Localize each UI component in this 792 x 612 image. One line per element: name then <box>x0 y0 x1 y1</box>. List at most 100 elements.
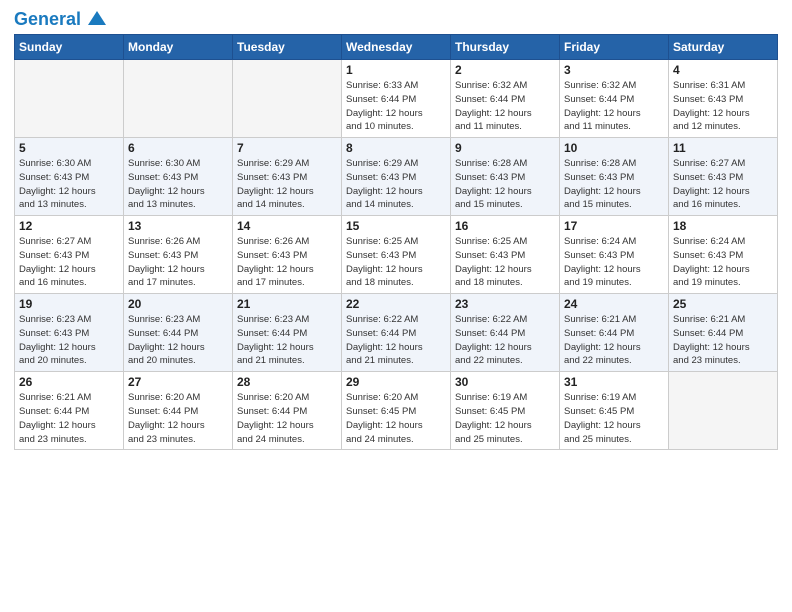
day-number: 1 <box>346 63 446 77</box>
day-info: Sunrise: 6:32 AMSunset: 6:44 PMDaylight:… <box>564 79 664 134</box>
day-cell <box>669 372 778 450</box>
day-info: Sunrise: 6:20 AMSunset: 6:44 PMDaylight:… <box>237 391 337 446</box>
logo-icon <box>88 11 106 25</box>
day-info: Sunrise: 6:29 AMSunset: 6:43 PMDaylight:… <box>237 157 337 212</box>
day-info: Sunrise: 6:31 AMSunset: 6:43 PMDaylight:… <box>673 79 773 134</box>
day-cell: 27 Sunrise: 6:20 AMSunset: 6:44 PMDayligh… <box>124 372 233 450</box>
weekday-header-tuesday: Tuesday <box>233 35 342 60</box>
day-info: Sunrise: 6:25 AMSunset: 6:43 PMDaylight:… <box>346 235 446 290</box>
day-number: 30 <box>455 375 555 389</box>
day-info: Sunrise: 6:33 AMSunset: 6:44 PMDaylight:… <box>346 79 446 134</box>
day-number: 5 <box>19 141 119 155</box>
day-number: 26 <box>19 375 119 389</box>
weekday-header-monday: Monday <box>124 35 233 60</box>
day-cell: 4 Sunrise: 6:31 AMSunset: 6:43 PMDaylight… <box>669 60 778 138</box>
day-cell: 8 Sunrise: 6:29 AMSunset: 6:43 PMDaylight… <box>342 138 451 216</box>
day-cell: 19 Sunrise: 6:23 AMSunset: 6:43 PMDayligh… <box>15 294 124 372</box>
day-number: 17 <box>564 219 664 233</box>
day-info: Sunrise: 6:26 AMSunset: 6:43 PMDaylight:… <box>237 235 337 290</box>
day-cell: 26 Sunrise: 6:21 AMSunset: 6:44 PMDayligh… <box>15 372 124 450</box>
weekday-header-friday: Friday <box>560 35 669 60</box>
day-cell: 25 Sunrise: 6:21 AMSunset: 6:44 PMDayligh… <box>669 294 778 372</box>
day-cell: 17Sunrise: 6:24 AMSunset: 6:43 PMDayligh… <box>560 216 669 294</box>
weekday-header-thursday: Thursday <box>451 35 560 60</box>
day-cell <box>15 60 124 138</box>
day-number: 2 <box>455 63 555 77</box>
day-cell: 30 Sunrise: 6:19 AMSunset: 6:45 PMDayligh… <box>451 372 560 450</box>
day-cell: 10Sunrise: 6:28 AMSunset: 6:43 PMDayligh… <box>560 138 669 216</box>
day-info: Sunrise: 6:21 AMSunset: 6:44 PMDaylight:… <box>673 313 773 368</box>
day-info: Sunrise: 6:23 AMSunset: 6:43 PMDaylight:… <box>19 313 119 368</box>
logo: General <box>14 10 106 28</box>
day-number: 18 <box>673 219 773 233</box>
weekday-header-saturday: Saturday <box>669 35 778 60</box>
day-cell: 15 Sunrise: 6:25 AMSunset: 6:43 PMDayligh… <box>342 216 451 294</box>
calendar-container: General SundayMondayTuesdayWednesdayThur… <box>0 0 792 612</box>
day-info: Sunrise: 6:30 AMSunset: 6:43 PMDaylight:… <box>19 157 119 212</box>
weekday-header-wednesday: Wednesday <box>342 35 451 60</box>
day-info: Sunrise: 6:21 AMSunset: 6:44 PMDaylight:… <box>564 313 664 368</box>
day-number: 4 <box>673 63 773 77</box>
day-number: 23 <box>455 297 555 311</box>
day-cell: 14 Sunrise: 6:26 AMSunset: 6:43 PMDayligh… <box>233 216 342 294</box>
day-info: Sunrise: 6:20 AMSunset: 6:44 PMDaylight:… <box>128 391 228 446</box>
day-number: 9 <box>455 141 555 155</box>
day-number: 3 <box>564 63 664 77</box>
day-cell: 3 Sunrise: 6:32 AMSunset: 6:44 PMDaylight… <box>560 60 669 138</box>
day-info: Sunrise: 6:27 AMSunset: 6:43 PMDaylight:… <box>19 235 119 290</box>
day-cell: 2 Sunrise: 6:32 AMSunset: 6:44 PMDaylight… <box>451 60 560 138</box>
day-cell: 22Sunrise: 6:22 AMSunset: 6:44 PMDayligh… <box>342 294 451 372</box>
day-info: Sunrise: 6:23 AMSunset: 6:44 PMDaylight:… <box>237 313 337 368</box>
day-number: 10 <box>564 141 664 155</box>
day-info: Sunrise: 6:29 AMSunset: 6:43 PMDaylight:… <box>346 157 446 212</box>
day-cell: 7Sunrise: 6:29 AMSunset: 6:43 PMDaylight… <box>233 138 342 216</box>
day-cell: 23 Sunrise: 6:22 AMSunset: 6:44 PMDayligh… <box>451 294 560 372</box>
day-info: Sunrise: 6:22 AMSunset: 6:44 PMDaylight:… <box>455 313 555 368</box>
day-cell: 6 Sunrise: 6:30 AMSunset: 6:43 PMDaylight… <box>124 138 233 216</box>
day-cell: 16 Sunrise: 6:25 AMSunset: 6:43 PMDayligh… <box>451 216 560 294</box>
day-info: Sunrise: 6:19 AMSunset: 6:45 PMDaylight:… <box>455 391 555 446</box>
day-info: Sunrise: 6:32 AMSunset: 6:44 PMDaylight:… <box>455 79 555 134</box>
day-number: 19 <box>19 297 119 311</box>
weekday-header-row: SundayMondayTuesdayWednesdayThursdayFrid… <box>15 35 778 60</box>
week-row-2: 5 Sunrise: 6:30 AMSunset: 6:43 PMDaylight… <box>15 138 778 216</box>
day-cell: 5 Sunrise: 6:30 AMSunset: 6:43 PMDaylight… <box>15 138 124 216</box>
day-number: 6 <box>128 141 228 155</box>
day-number: 14 <box>237 219 337 233</box>
day-cell: 11Sunrise: 6:27 AMSunset: 6:43 PMDayligh… <box>669 138 778 216</box>
day-number: 15 <box>346 219 446 233</box>
day-number: 11 <box>673 141 773 155</box>
day-info: Sunrise: 6:26 AMSunset: 6:43 PMDaylight:… <box>128 235 228 290</box>
day-cell: 18Sunrise: 6:24 AMSunset: 6:43 PMDayligh… <box>669 216 778 294</box>
day-number: 8 <box>346 141 446 155</box>
day-number: 21 <box>237 297 337 311</box>
week-row-1: 1 Sunrise: 6:33 AMSunset: 6:44 PMDaylight… <box>15 60 778 138</box>
day-cell: 28Sunrise: 6:20 AMSunset: 6:44 PMDayligh… <box>233 372 342 450</box>
day-cell: 12 Sunrise: 6:27 AMSunset: 6:43 PMDayligh… <box>15 216 124 294</box>
day-cell: 13 Sunrise: 6:26 AMSunset: 6:43 PMDayligh… <box>124 216 233 294</box>
day-info: Sunrise: 6:30 AMSunset: 6:43 PMDaylight:… <box>128 157 228 212</box>
day-number: 13 <box>128 219 228 233</box>
day-info: Sunrise: 6:20 AMSunset: 6:45 PMDaylight:… <box>346 391 446 446</box>
day-number: 16 <box>455 219 555 233</box>
day-number: 12 <box>19 219 119 233</box>
day-cell <box>124 60 233 138</box>
week-row-3: 12 Sunrise: 6:27 AMSunset: 6:43 PMDayligh… <box>15 216 778 294</box>
day-info: Sunrise: 6:28 AMSunset: 6:43 PMDaylight:… <box>455 157 555 212</box>
day-cell: 29 Sunrise: 6:20 AMSunset: 6:45 PMDayligh… <box>342 372 451 450</box>
calendar-table: SundayMondayTuesdayWednesdayThursdayFrid… <box>14 34 778 450</box>
day-number: 20 <box>128 297 228 311</box>
day-number: 27 <box>128 375 228 389</box>
day-cell <box>233 60 342 138</box>
logo-line1: General <box>14 10 106 28</box>
day-number: 24 <box>564 297 664 311</box>
day-cell: 9 Sunrise: 6:28 AMSunset: 6:43 PMDaylight… <box>451 138 560 216</box>
day-number: 29 <box>346 375 446 389</box>
day-number: 25 <box>673 297 773 311</box>
week-row-4: 19 Sunrise: 6:23 AMSunset: 6:43 PMDayligh… <box>15 294 778 372</box>
day-cell: 24 Sunrise: 6:21 AMSunset: 6:44 PMDayligh… <box>560 294 669 372</box>
day-info: Sunrise: 6:25 AMSunset: 6:43 PMDaylight:… <box>455 235 555 290</box>
day-info: Sunrise: 6:21 AMSunset: 6:44 PMDaylight:… <box>19 391 119 446</box>
day-cell: 21 Sunrise: 6:23 AMSunset: 6:44 PMDayligh… <box>233 294 342 372</box>
header: General <box>14 10 778 28</box>
